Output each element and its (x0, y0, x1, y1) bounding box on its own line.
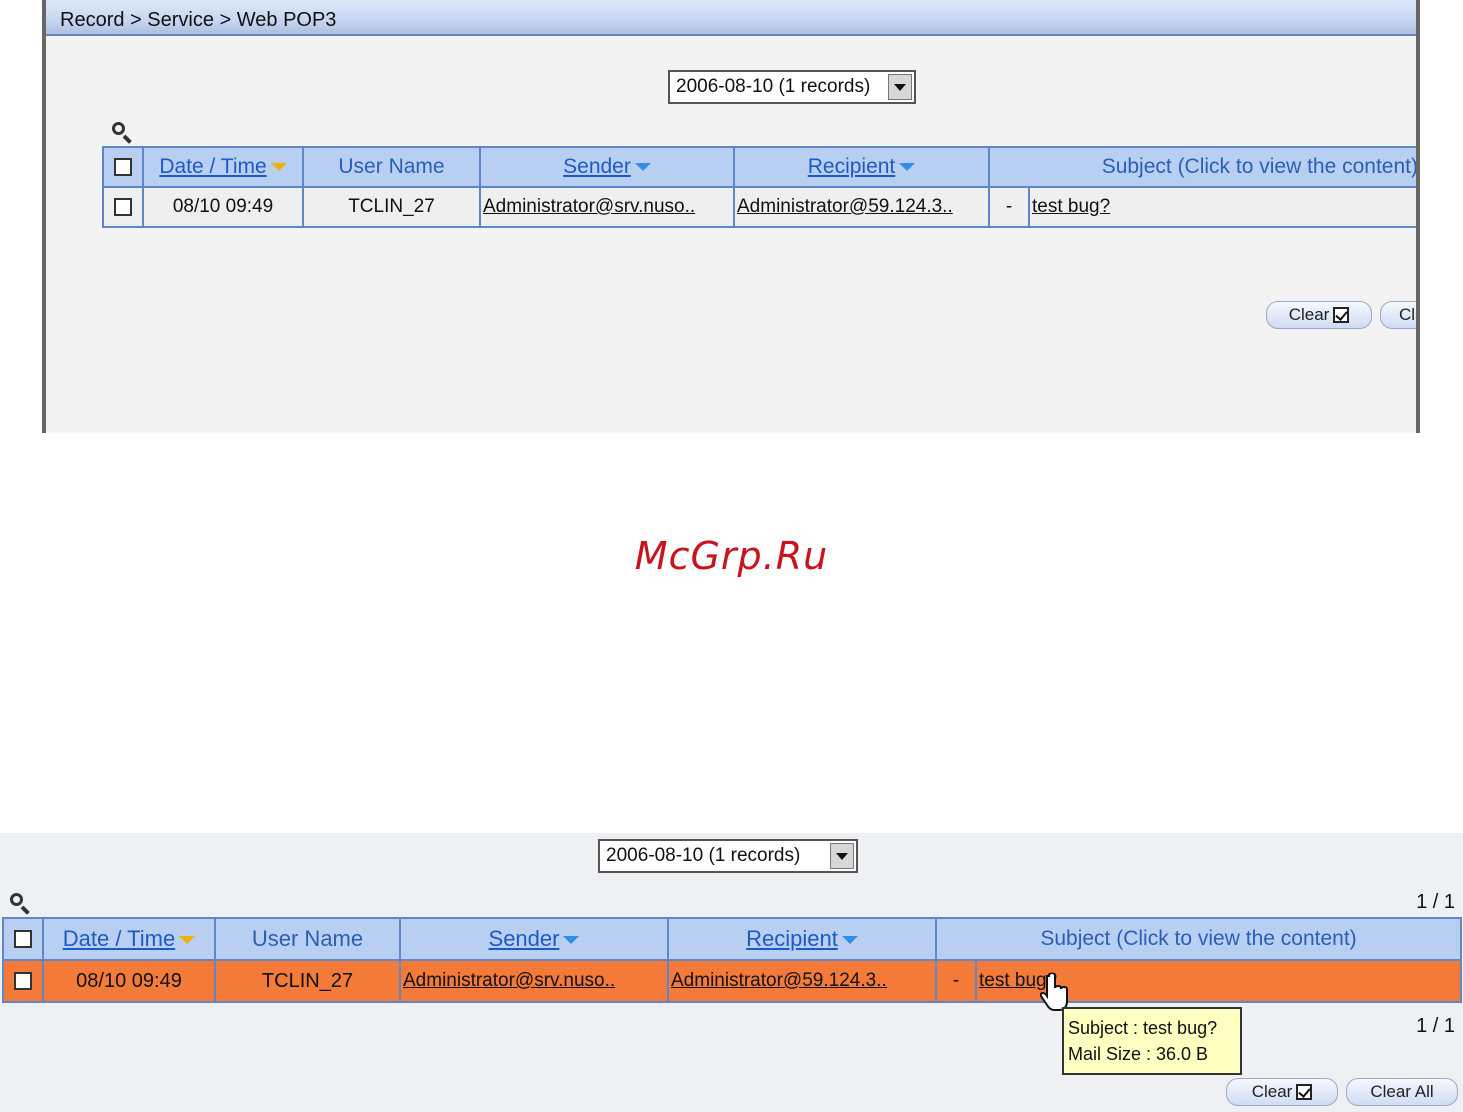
checkbox-icon (1296, 1084, 1313, 1100)
select-all-checkbox[interactable] (14, 929, 32, 948)
recipient-sort-link[interactable]: Recipient (808, 155, 896, 178)
date-select-value: 2006-08-10 (1 records) (676, 76, 871, 97)
clear-all-button[interactable]: Clear All (1346, 1078, 1458, 1106)
sort-icon (634, 163, 651, 172)
chevron-down-icon (836, 852, 848, 860)
cell-user-name: TCLIN_27 (214, 959, 401, 1003)
sort-icon (899, 163, 916, 172)
date-time-sort-link[interactable]: Date / Time (63, 926, 175, 951)
column-sender[interactable]: Sender (399, 917, 669, 961)
column-user-name: User Name (214, 917, 401, 961)
cell-date-time: 08/10 09:49 (142, 186, 304, 228)
column-subject: Subject (Click to view the content) (988, 146, 1416, 188)
sort-icon (841, 936, 858, 945)
watermark-logo: McGrp.Ru (634, 534, 829, 578)
table-row[interactable]: 08/10 09:49 TCLIN_27 Administrator@srv.n… (102, 186, 1416, 228)
pager-top: 1 / 1 (1416, 891, 1455, 913)
subject-link[interactable]: test bug? (1032, 196, 1110, 217)
sort-desc-icon (270, 163, 287, 172)
clear-all-button[interactable]: Cl (1380, 301, 1416, 329)
cell-recipient: Administrator@59.124.3.. (667, 959, 937, 1003)
breadcrumb-bar: Record > Service > Web POP3 (46, 0, 1416, 36)
sender-link[interactable]: Administrator@srv.nuso.. (403, 970, 615, 991)
cell-user-name: TCLIN_27 (302, 186, 481, 228)
cell-date-time: 08/10 09:49 (42, 959, 216, 1003)
column-sender[interactable]: Sender (479, 146, 735, 188)
recipient-sort-link[interactable]: Recipient (746, 926, 838, 951)
column-recipient[interactable]: Recipient (733, 146, 990, 188)
select-all-cell (102, 146, 144, 188)
table-header-row: Date / Time User Name Sender Recipient S… (2, 917, 1462, 961)
recipient-link[interactable]: Administrator@59.124.3.. (671, 970, 887, 991)
tooltip-mail-size: Mail Size : 36.0 B (1068, 1044, 1209, 1064)
search-icon[interactable] (110, 120, 134, 144)
dropdown-button[interactable] (830, 843, 854, 869)
breadcrumb: Record > Service > Web POP3 (60, 9, 337, 31)
row-select-cell (102, 186, 144, 228)
cell-flag: - (988, 186, 1030, 228)
top-screenshot: Record > Service > Web POP3 2006-08-10 (… (42, 0, 1420, 433)
clear-button-label: Clear (1288, 305, 1330, 324)
date-select[interactable]: 2006-08-10 (1 records) (598, 839, 858, 873)
select-all-checkbox[interactable] (114, 157, 132, 176)
column-date-time[interactable]: Date / Time (142, 146, 304, 188)
row-select-cell (2, 959, 44, 1003)
select-all-cell (2, 917, 44, 961)
clear-all-button-label: Cl (1399, 305, 1416, 324)
column-user-name: User Name (302, 146, 481, 188)
dropdown-button[interactable] (888, 74, 912, 100)
table-row-selected[interactable]: 08/10 09:49 TCLIN_27 Administrator@srv.n… (2, 959, 1462, 1003)
tooltip-subject: Subject : test bug? (1068, 1018, 1218, 1038)
sort-desc-icon (179, 936, 196, 945)
cell-sender: Administrator@srv.nuso.. (399, 959, 669, 1003)
date-time-sort-link[interactable]: Date / Time (159, 155, 266, 178)
pager-bottom: 1 / 1 (1416, 1015, 1455, 1037)
cell-sender: Administrator@srv.nuso.. (479, 186, 735, 228)
sender-link[interactable]: Administrator@srv.nuso.. (483, 196, 695, 217)
records-table: Date / Time User Name Sender Recipient S… (102, 146, 1416, 228)
row-tooltip: Subject : test bug? Mail Size : 36.0 B (1062, 1007, 1242, 1075)
recipient-link[interactable]: Administrator@59.124.3.. (737, 196, 953, 217)
search-icon[interactable] (8, 891, 32, 915)
clear-button[interactable]: Clear (1266, 301, 1372, 329)
column-subject: Subject (Click to view the content) (935, 917, 1462, 961)
sender-sort-link[interactable]: Sender (489, 926, 560, 951)
column-date-time[interactable]: Date / Time (42, 917, 216, 961)
chevron-down-icon (894, 83, 906, 91)
column-recipient[interactable]: Recipient (667, 917, 937, 961)
clear-button[interactable]: Clear (1226, 1078, 1338, 1106)
hand-cursor-icon (1040, 973, 1068, 1011)
cell-recipient: Administrator@59.124.3.. (733, 186, 990, 228)
table-header-row: Date / Time User Name Sender Recipient S… (102, 146, 1416, 188)
records-table: Date / Time User Name Sender Recipient S… (2, 917, 1462, 1003)
sort-icon (563, 936, 580, 945)
checkbox-icon (1333, 307, 1350, 323)
cell-flag: - (935, 959, 977, 1003)
clear-all-button-label: Clear All (1370, 1082, 1434, 1101)
clear-button-label: Clear (1251, 1082, 1293, 1101)
date-select-value: 2006-08-10 (1 records) (606, 845, 801, 866)
bottom-screenshot: 2006-08-10 (1 records) 1 / 1 Date / Time… (0, 833, 1463, 1112)
row-checkbox[interactable] (14, 971, 32, 990)
date-select[interactable]: 2006-08-10 (1 records) (668, 70, 916, 104)
row-checkbox[interactable] (114, 197, 132, 216)
sender-sort-link[interactable]: Sender (563, 155, 631, 178)
cell-subject: test bug? (1028, 186, 1416, 228)
